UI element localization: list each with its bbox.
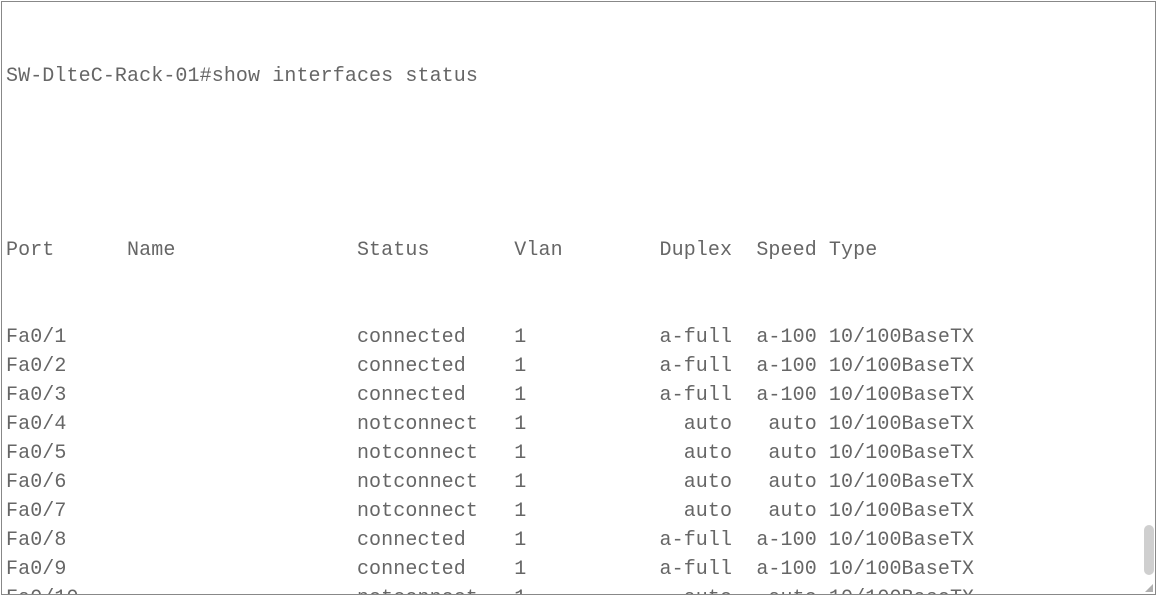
- table-row: Fa0/6 notconnect 1 auto auto 10/100BaseT…: [6, 468, 1151, 497]
- table-row: Fa0/7 notconnect 1 auto auto 10/100BaseT…: [6, 497, 1151, 526]
- table-row: Fa0/9 connected 1 a-full a-100 10/100Bas…: [6, 555, 1151, 584]
- table-row: Fa0/5 notconnect 1 auto auto 10/100BaseT…: [6, 439, 1151, 468]
- scrollbar-thumb[interactable]: [1144, 525, 1154, 575]
- table-header-row: Port Name Status Vlan Duplex Speed Type: [6, 236, 1151, 265]
- resize-handle-icon[interactable]: [1141, 580, 1155, 594]
- table-row: Fa0/2 connected 1 a-full a-100 10/100Bas…: [6, 352, 1151, 381]
- blank-line: [6, 149, 1151, 178]
- table-row: Fa0/4 notconnect 1 auto auto 10/100BaseT…: [6, 410, 1151, 439]
- table-row: Fa0/10 notconnect 1 auto auto 10/100Base…: [6, 584, 1151, 595]
- scrollbar-track[interactable]: [1142, 3, 1154, 593]
- command-prompt-line: SW-DlteC-Rack-01#show interfaces status: [6, 62, 1151, 91]
- table-row: Fa0/8 connected 1 a-full a-100 10/100Bas…: [6, 526, 1151, 555]
- table-body: Fa0/1 connected 1 a-full a-100 10/100Bas…: [6, 323, 1151, 595]
- terminal-output[interactable]: SW-DlteC-Rack-01#show interfaces status …: [2, 2, 1155, 595]
- table-row: Fa0/1 connected 1 a-full a-100 10/100Bas…: [6, 323, 1151, 352]
- terminal-window: SW-DlteC-Rack-01#show interfaces status …: [1, 1, 1156, 595]
- table-row: Fa0/3 connected 1 a-full a-100 10/100Bas…: [6, 381, 1151, 410]
